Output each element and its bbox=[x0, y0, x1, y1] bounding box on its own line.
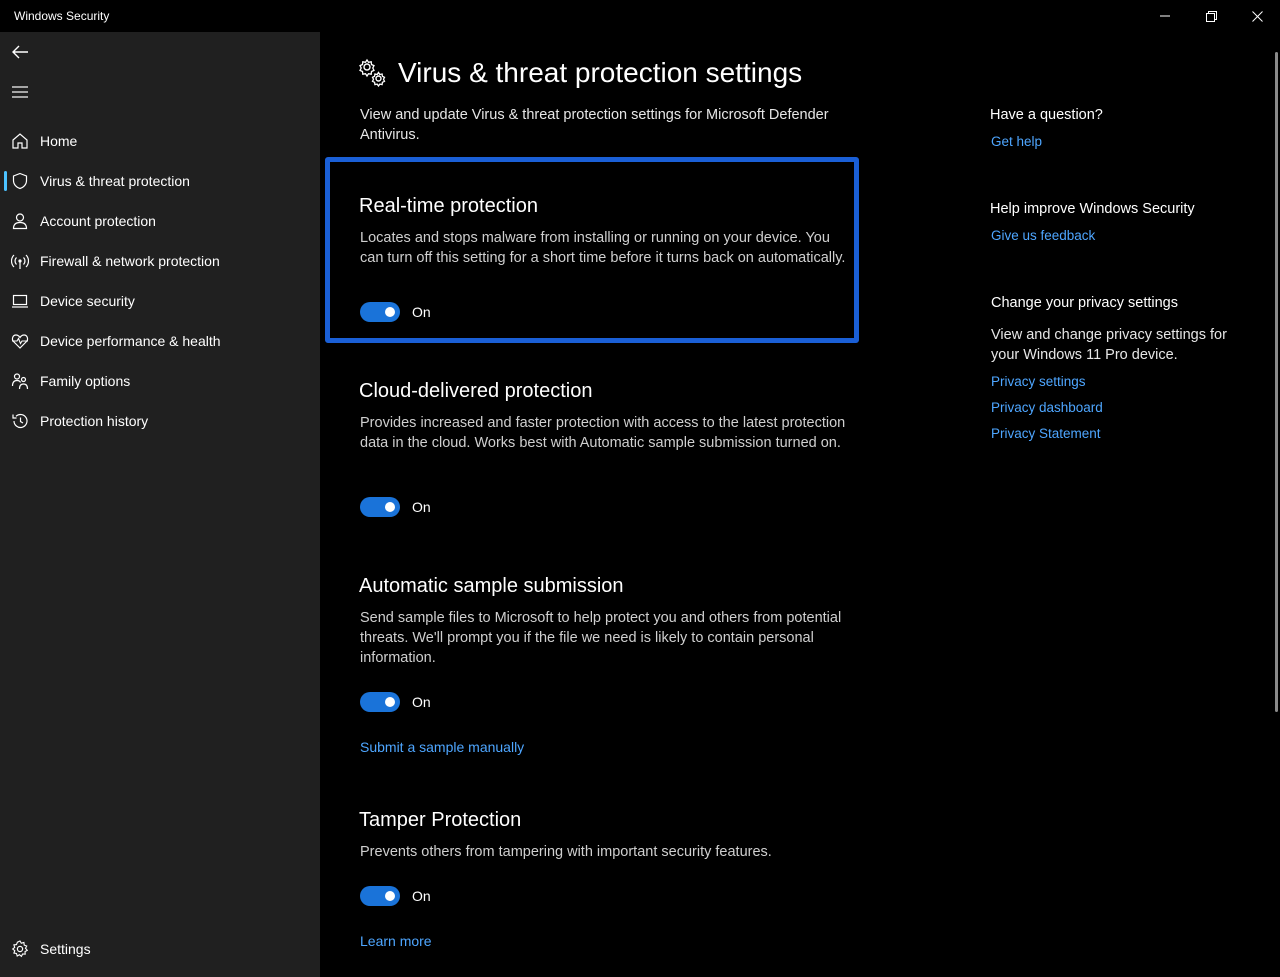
sidebar-item-home[interactable]: Home bbox=[0, 121, 320, 161]
privacy-settings-link[interactable]: Privacy settings bbox=[991, 374, 1086, 389]
section-description: Prevents others from tampering with impo… bbox=[360, 844, 772, 860]
gears-icon bbox=[359, 58, 386, 88]
gear-icon bbox=[11, 940, 29, 958]
sidebar-item-label: Home bbox=[40, 133, 78, 149]
sidebar: Home Virus & threat protection Account p… bbox=[0, 32, 320, 977]
section-description: Provides increased and faster protection… bbox=[360, 415, 846, 451]
submit-sample-link[interactable]: Submit a sample manually bbox=[360, 739, 524, 755]
sidebar-item-label: Firewall & network protection bbox=[40, 253, 220, 269]
real-time-protection-toggle[interactable] bbox=[360, 302, 400, 322]
toggle-knob bbox=[385, 891, 395, 901]
laptop-icon bbox=[12, 294, 28, 308]
toggle-state-label: On bbox=[412, 304, 431, 320]
get-help-link[interactable]: Get help bbox=[991, 134, 1042, 149]
privacy-dashboard-link[interactable]: Privacy dashboard bbox=[991, 400, 1103, 415]
sidebar-item-device-security[interactable]: Device security bbox=[0, 281, 320, 321]
restore-button[interactable] bbox=[1188, 0, 1234, 32]
section-cloud-delivered-protection: Cloud-delivered protection Provides incr… bbox=[359, 380, 849, 517]
toggle-knob bbox=[385, 307, 395, 317]
toggle-knob bbox=[385, 697, 395, 707]
person-icon bbox=[12, 213, 28, 230]
tamper-protection-toggle[interactable] bbox=[360, 886, 400, 906]
sidebar-item-protection-history[interactable]: Protection history bbox=[0, 401, 320, 441]
hamburger-icon bbox=[12, 86, 28, 98]
sidebar-item-settings[interactable]: Settings bbox=[0, 929, 320, 969]
section-automatic-sample-submission: Automatic sample submission Send sample … bbox=[359, 575, 849, 755]
question-heading: Have a question? bbox=[990, 107, 1103, 123]
heart-pulse-icon bbox=[11, 334, 29, 349]
section-title: Real-time protection bbox=[359, 195, 538, 217]
section-title: Cloud-delivered protection bbox=[359, 380, 593, 402]
home-icon bbox=[12, 133, 28, 149]
privacy-statement-link[interactable]: Privacy Statement bbox=[991, 426, 1101, 441]
toggle-state-label: On bbox=[412, 694, 431, 710]
main-content: Virus & threat protection settings View … bbox=[320, 32, 1280, 977]
sidebar-item-label: Settings bbox=[40, 941, 91, 957]
title-bar: Windows Security bbox=[0, 0, 1280, 32]
toggle-row: On bbox=[360, 497, 431, 517]
section-title: Tamper Protection bbox=[359, 809, 522, 831]
toggle-state-label: On bbox=[412, 499, 431, 515]
page-title: Virus & threat protection settings bbox=[398, 57, 803, 88]
privacy-heading: Change your privacy settings bbox=[991, 295, 1178, 311]
back-button[interactable] bbox=[8, 40, 32, 64]
feedback-link[interactable]: Give us feedback bbox=[991, 228, 1095, 243]
section-tamper-protection: Tamper Protection Prevents others from t… bbox=[359, 809, 849, 949]
shield-icon bbox=[12, 172, 28, 190]
section-real-time-protection: Real-time protection Locates and stops m… bbox=[359, 195, 849, 322]
minimize-button[interactable] bbox=[1142, 0, 1188, 32]
restore-icon bbox=[1205, 10, 1217, 22]
sidebar-item-label: Virus & threat protection bbox=[40, 173, 190, 189]
back-arrow-icon bbox=[12, 45, 28, 59]
history-icon bbox=[12, 413, 28, 429]
privacy-description: View and change privacy settings for you… bbox=[991, 327, 1227, 363]
sidebar-item-label: Device performance & health bbox=[40, 333, 221, 349]
improve-heading: Help improve Windows Security bbox=[990, 201, 1195, 217]
sidebar-item-label: Protection history bbox=[40, 413, 149, 429]
section-description: Send sample files to Microsoft to help p… bbox=[360, 610, 842, 666]
sidebar-item-virus-threat-protection[interactable]: Virus & threat protection bbox=[0, 161, 320, 201]
section-description: Locates and stops malware from installin… bbox=[360, 230, 846, 266]
cloud-delivered-protection-toggle[interactable] bbox=[360, 497, 400, 517]
toggle-row: On bbox=[360, 692, 431, 712]
sidebar-item-label: Family options bbox=[40, 373, 131, 389]
close-button[interactable] bbox=[1234, 0, 1280, 32]
active-indicator bbox=[4, 171, 7, 191]
window-title: Windows Security bbox=[14, 9, 110, 23]
menu-button[interactable] bbox=[8, 80, 32, 104]
toggle-knob bbox=[385, 502, 395, 512]
sidebar-item-account-protection[interactable]: Account protection bbox=[0, 201, 320, 241]
family-icon bbox=[11, 373, 29, 390]
learn-more-link[interactable]: Learn more bbox=[360, 933, 432, 949]
page-description: View and update Virus & threat protectio… bbox=[360, 107, 829, 143]
toggle-row: On bbox=[360, 886, 431, 906]
automatic-sample-submission-toggle[interactable] bbox=[360, 692, 400, 712]
close-icon bbox=[1251, 10, 1263, 22]
sidebar-item-firewall-network-protection[interactable]: Firewall & network protection bbox=[0, 241, 320, 281]
sidebar-item-family-options[interactable]: Family options bbox=[0, 361, 320, 401]
toggle-row: On bbox=[360, 302, 431, 322]
toggle-state-label: On bbox=[412, 888, 431, 904]
wifi-broadcast-icon bbox=[11, 254, 29, 269]
sidebar-item-label: Account protection bbox=[40, 213, 156, 229]
sidebar-item-label: Device security bbox=[40, 293, 135, 309]
section-title: Automatic sample submission bbox=[359, 575, 624, 597]
minimize-icon bbox=[1160, 15, 1170, 17]
scrollbar[interactable] bbox=[1275, 52, 1278, 712]
sidebar-item-device-performance-health[interactable]: Device performance & health bbox=[0, 321, 320, 361]
